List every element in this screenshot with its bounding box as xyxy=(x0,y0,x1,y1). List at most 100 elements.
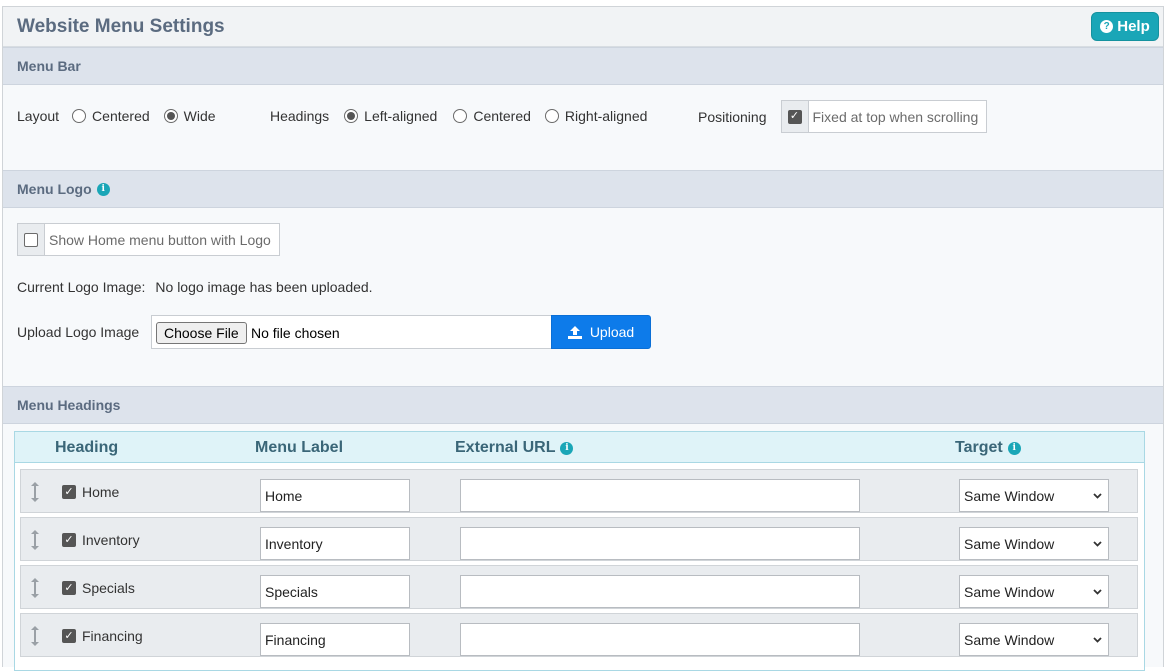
table-header: Heading Menu Label External URL i Target… xyxy=(15,432,1144,463)
menu-bar-title: Menu Bar xyxy=(17,58,81,74)
row-heading: Inventory xyxy=(82,532,140,548)
col-target-label: Target xyxy=(955,439,1003,456)
positioning-fixed-toggle[interactable]: ✓ Fixed at top when scrolling xyxy=(780,100,988,133)
choose-file-button[interactable]: Choose File xyxy=(156,322,247,344)
row-enabled-checkbox[interactable]: ✓ xyxy=(62,629,76,643)
radio-icon xyxy=(453,109,468,123)
headings-label: Headings xyxy=(270,108,330,124)
question-icon: ? xyxy=(1100,20,1114,33)
row-enabled-checkbox[interactable]: ✓ xyxy=(62,533,76,547)
chevron-down-icon xyxy=(1093,589,1102,595)
layout-group: Layout Centered Wide xyxy=(17,108,216,124)
info-icon[interactable]: i xyxy=(1007,441,1021,455)
chevron-down-icon xyxy=(1093,541,1102,547)
headings-option-right[interactable]: Right-aligned xyxy=(544,108,648,124)
external-url-input[interactable] xyxy=(460,575,860,608)
col-external-url: External URL i xyxy=(455,439,574,457)
info-icon[interactable]: i xyxy=(96,182,110,196)
page-title: Website Menu Settings xyxy=(17,16,225,37)
external-url-input[interactable] xyxy=(460,479,860,512)
menu-headings-title: Menu Headings xyxy=(17,397,121,413)
show-home-toggle[interactable]: Show Home menu button with Logo xyxy=(17,223,280,256)
positioning-group: Positioning ✓ Fixed at top when scrollin… xyxy=(698,100,988,133)
upload-icon xyxy=(567,325,582,339)
menu-label-input[interactable]: Inventory xyxy=(260,527,410,560)
drag-handle-icon[interactable] xyxy=(30,530,40,550)
upload-row: Upload Logo Image Choose File No file ch… xyxy=(3,315,703,349)
radio-selected-icon xyxy=(344,109,359,123)
chevron-down-icon xyxy=(1093,493,1102,499)
drag-handle-icon[interactable] xyxy=(30,482,40,502)
layout-option-centered[interactable]: Centered xyxy=(72,108,150,124)
headings-option-centered[interactable]: Centered xyxy=(453,108,531,124)
external-url-input[interactable] xyxy=(460,623,860,656)
current-logo-label: Current Logo Image: xyxy=(17,279,146,295)
menu-logo-header: Menu Logo i xyxy=(3,170,1163,208)
positioning-label: Positioning xyxy=(698,108,767,125)
help-button[interactable]: ? Help xyxy=(1091,12,1159,41)
menu-label-input[interactable]: Home xyxy=(260,479,410,512)
checkbox-icon xyxy=(24,232,38,247)
table-row: ✓ Financing Financing Same Window xyxy=(20,613,1138,657)
current-logo-row: Current Logo Image: No logo image has be… xyxy=(17,279,373,295)
menu-logo-body: Show Home menu button with Logo Current … xyxy=(3,208,1163,386)
row-heading: Home xyxy=(82,484,120,500)
no-file-text: No file chosen xyxy=(251,325,340,341)
menu-logo-title: Menu Logo xyxy=(17,181,92,197)
checkbox-checked-icon: ✓ xyxy=(787,109,802,124)
menu-label-input[interactable]: Specials xyxy=(260,575,410,608)
chevron-down-icon xyxy=(1093,637,1102,643)
target-select[interactable]: Same Window xyxy=(959,575,1109,608)
col-menu-label: Menu Label xyxy=(255,439,344,456)
title-bar: Website Menu Settings ? Help xyxy=(3,7,1163,47)
radio-selected-icon xyxy=(163,109,178,123)
headings-option-left[interactable]: Left-aligned xyxy=(344,108,437,124)
upload-logo-label: Upload Logo Image xyxy=(17,324,140,340)
menu-bar-header: Menu Bar xyxy=(3,47,1163,85)
radio-icon xyxy=(544,109,559,123)
checkbox-cell: ✓ xyxy=(781,101,809,132)
table-row: ✓ Specials Specials Same Window xyxy=(20,565,1138,609)
headings-option-label: Centered xyxy=(473,108,531,124)
layout-option-label: Wide xyxy=(183,108,216,124)
external-url-input[interactable] xyxy=(460,527,860,560)
menu-label-input[interactable]: Financing xyxy=(260,623,410,656)
checkbox-cell xyxy=(18,224,45,255)
headings-group: Headings Left-aligned Centered Right-ali… xyxy=(270,108,647,124)
layout-option-wide[interactable]: Wide xyxy=(163,108,216,124)
help-label: Help xyxy=(1117,18,1150,35)
table-row: ✓ Home Home Same Window xyxy=(20,469,1138,513)
target-value: Same Window xyxy=(964,535,1055,552)
radio-icon xyxy=(72,109,87,123)
row-heading: Specials xyxy=(82,580,135,596)
menu-bar-body: Layout Centered Wide Headings Left-align… xyxy=(3,85,1163,170)
current-logo-value: No logo image has been uploaded. xyxy=(155,279,373,295)
row-heading: Financing xyxy=(82,628,143,644)
menu-headings-header: Menu Headings xyxy=(3,386,1163,424)
target-value: Same Window xyxy=(964,631,1055,648)
drag-handle-icon[interactable] xyxy=(30,626,40,646)
row-enabled-checkbox[interactable]: ✓ xyxy=(62,485,76,499)
target-select[interactable]: Same Window xyxy=(959,479,1109,512)
col-target: Target i xyxy=(955,439,1021,457)
layout-option-label: Centered xyxy=(92,108,150,124)
col-external-url-label: External URL xyxy=(455,439,556,456)
row-enabled-checkbox[interactable]: ✓ xyxy=(62,581,76,595)
target-select[interactable]: Same Window xyxy=(959,623,1109,656)
target-value: Same Window xyxy=(964,487,1055,504)
info-icon[interactable]: i xyxy=(560,441,574,455)
headings-option-label: Right-aligned xyxy=(564,108,648,124)
file-input[interactable]: Choose File No file chosen xyxy=(151,315,551,349)
upload-label: Upload xyxy=(589,324,635,340)
col-heading: Heading xyxy=(55,439,119,456)
menu-headings-table: Heading Menu Label External URL i Target… xyxy=(14,431,1145,671)
show-home-label: Show Home menu button with Logo xyxy=(49,231,271,248)
layout-label: Layout xyxy=(17,108,60,124)
target-select[interactable]: Same Window xyxy=(959,527,1109,560)
drag-handle-icon[interactable] xyxy=(30,578,40,598)
target-value: Same Window xyxy=(964,583,1055,600)
table-row: ✓ Inventory Inventory Same Window xyxy=(20,517,1138,561)
positioning-option-label: Fixed at top when scrolling xyxy=(812,108,979,125)
upload-button[interactable]: Upload xyxy=(551,315,651,349)
headings-option-label: Left-aligned xyxy=(364,108,438,124)
